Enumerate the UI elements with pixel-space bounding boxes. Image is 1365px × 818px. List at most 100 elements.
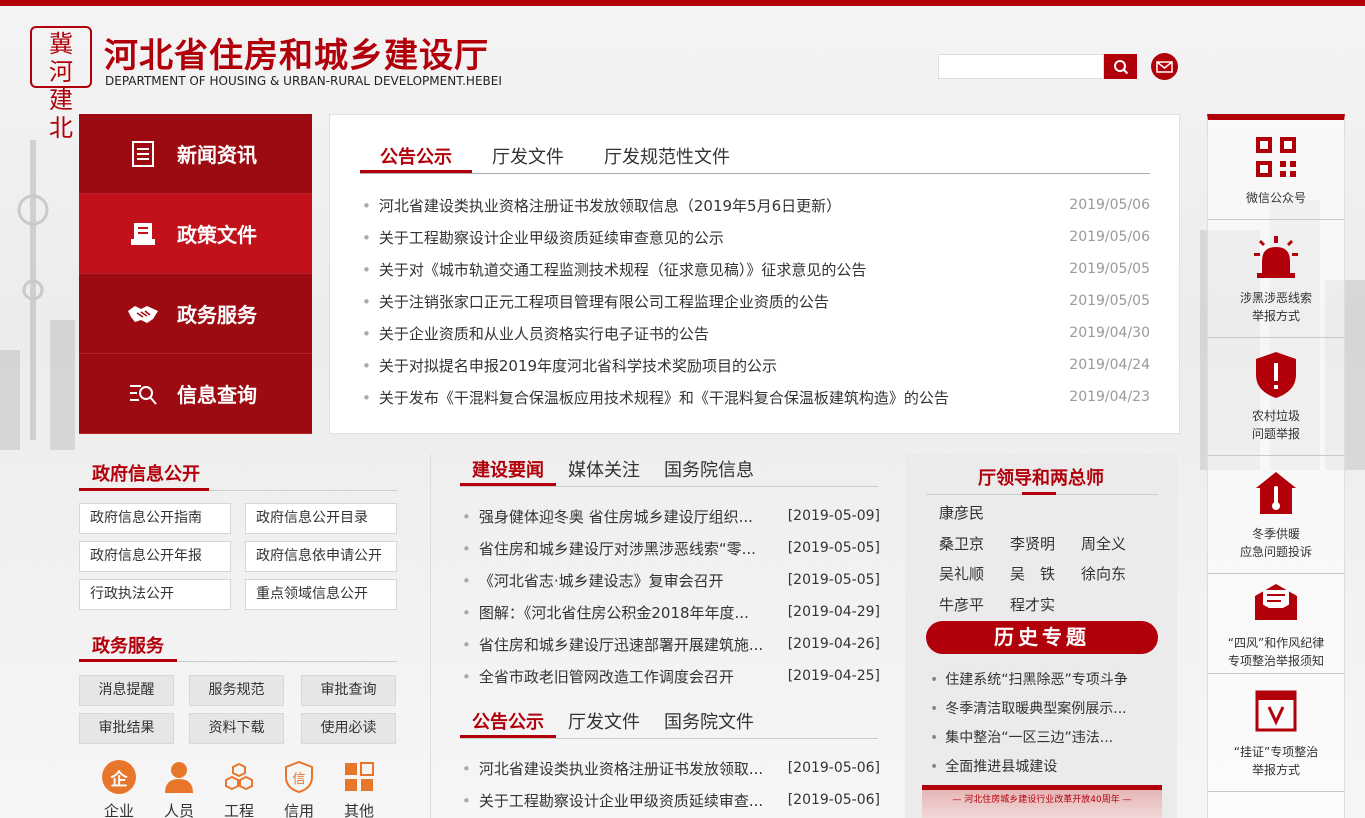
nav-item-label: 新闻资讯 — [177, 143, 257, 167]
leader-name[interactable]: 桑卫京 — [939, 533, 984, 554]
category-personnel[interactable]: 人员 — [154, 760, 204, 818]
tab-media-focus[interactable]: 媒体关注 — [556, 456, 652, 486]
construction-news-tabs: 建设要闻 媒体关注 国务院信息 — [460, 456, 878, 487]
tab-announcements-2[interactable]: 公告公示 — [460, 708, 556, 738]
left-nav: 新闻资讯 政策文件 政务服务 信息查询 — [79, 114, 312, 434]
rightbar-winter-heating[interactable]: 冬季供暖 应急问题投诉 — [1208, 456, 1344, 574]
credit-shield-icon: 信 — [282, 760, 316, 794]
enterprise-icon: 企 — [102, 760, 136, 794]
right-sidebar: 微信公众号 涉黑涉恶线索 举报方式 农村垃圾 问题举报 冬季供暖 应急问题投诉 … — [1207, 114, 1345, 818]
gov-link-catalog[interactable]: 政府信息公开目录 — [245, 503, 397, 534]
list-item[interactable]: 关于对拟提名申报2019年度河北省科学技术奖励项目的公示2019/04/24 — [362, 349, 1150, 381]
category-enterprise[interactable]: 企 企业 — [94, 760, 144, 818]
tab-normative-docs[interactable]: 厅发规范性文件 — [584, 143, 750, 173]
category-credit[interactable]: 信 信用 — [274, 760, 324, 818]
list-item[interactable]: 关于发布《干混料复合保温板应用技术规程》和《干混料复合保温板建筑构造》的公告20… — [362, 381, 1150, 413]
nav-item-query[interactable]: 信息查询 — [79, 354, 312, 434]
service-button-approval-query[interactable]: 审批查询 — [301, 675, 396, 706]
category-other[interactable]: 其他 — [334, 760, 384, 818]
person-icon — [162, 760, 196, 794]
tab-announcements[interactable]: 公告公示 — [360, 143, 472, 173]
gov-link-annual-report[interactable]: 政府信息公开年报 — [79, 541, 231, 572]
nav-item-label: 政务服务 — [177, 303, 257, 327]
list-item[interactable]: 冬季清洁取暖典型案例展示... — [930, 695, 1162, 724]
gov-link-guide[interactable]: 政府信息公开指南 — [79, 503, 231, 534]
service-button-readme[interactable]: 使用必读 — [301, 713, 396, 744]
category-project[interactable]: 工程 — [214, 760, 264, 818]
logo-seal[interactable]: 冀 河 建 北 — [30, 26, 92, 142]
list-item[interactable]: 全面推进县城建设 — [930, 753, 1162, 782]
warning-shield-icon — [1252, 351, 1300, 399]
tab-construction-news[interactable]: 建设要闻 — [460, 456, 556, 486]
rightbar-four-winds[interactable]: “四风”和作风纪律 专项整治举报须知 — [1208, 574, 1344, 674]
list-item[interactable]: 关于注销张家口正元工程项目管理有限公司工程监理企业资质的公告2019/05/05 — [362, 285, 1150, 317]
nav-item-news[interactable]: 新闻资讯 — [79, 114, 312, 194]
leader-name[interactable]: 李贤明 — [1010, 533, 1055, 554]
mail-icon — [1156, 60, 1173, 73]
service-button-notify[interactable]: 消息提醒 — [79, 675, 174, 706]
document-icon — [127, 140, 159, 168]
notice-tabs: 公告公示 厅发文件 厅发规范性文件 — [360, 143, 1150, 174]
list-item[interactable]: 住建系统“扫黑除恶”专项斗争 — [930, 666, 1162, 695]
gov-info-underline — [79, 488, 209, 491]
list-item[interactable]: 图解：《河北省住房公积金2018年年度...[2019-04-29] — [462, 596, 880, 628]
envelope-icon — [1252, 578, 1300, 626]
nav-item-policy[interactable]: 政策文件 — [79, 194, 312, 274]
announcement-tabs-2: 公告公示 厅发文件 国务院文件 — [460, 708, 878, 739]
city-skyline-decoration — [0, 140, 75, 450]
list-item[interactable]: 全省市政老旧管网改造工作调度会召开[2019-04-25] — [462, 660, 880, 692]
tab-state-council-info[interactable]: 国务院信息 — [652, 456, 766, 486]
search-list-icon — [127, 380, 159, 408]
qrcode-icon — [1252, 133, 1300, 181]
gov-link-on-request[interactable]: 政府信息依申请公开 — [245, 541, 397, 572]
gov-link-key-areas[interactable]: 重点领域信息公开 — [245, 579, 397, 610]
rightbar-gang-report[interactable]: 涉黑涉恶线索 举报方式 — [1208, 220, 1344, 338]
service-button-standards[interactable]: 服务规范 — [189, 675, 284, 706]
list-item[interactable]: 集中整治“一区三边”违法... — [930, 724, 1162, 753]
tab-dept-docs[interactable]: 厅发文件 — [472, 143, 584, 173]
search-input[interactable] — [938, 54, 1104, 79]
list-item[interactable]: 强身健体迎冬奥 省住房城乡建设厅组织...[2019-05-09] — [462, 500, 880, 532]
list-item[interactable]: 省住房和城乡建设厅迅速部署开展建筑施...[2019-04-26] — [462, 628, 880, 660]
site-subtitle: DEPARTMENT OF HOUSING & URBAN-RURAL DEVE… — [105, 74, 502, 88]
leader-name[interactable]: 徐向东 — [1081, 563, 1126, 584]
rightbar-rural-garbage[interactable]: 农村垃圾 问题举报 — [1208, 338, 1344, 456]
service-button-download[interactable]: 资料下载 — [189, 713, 284, 744]
tab-dept-docs-2[interactable]: 厅发文件 — [556, 708, 652, 738]
list-item[interactable]: 关于工程勘察设计企业甲级资质延续审查...[2019-05-06] — [462, 784, 880, 816]
tab-state-council-docs[interactable]: 国务院文件 — [652, 708, 766, 738]
gov-service-underline — [79, 659, 177, 662]
grid-icon — [342, 760, 376, 794]
list-item[interactable]: 关于工程勘察设计企业甲级资质延续审查意见的公示2019/05/06 — [362, 221, 1150, 253]
nav-item-service[interactable]: 政务服务 — [79, 274, 312, 354]
list-item[interactable]: 省住房和城乡建设厅对涉黑涉恶线索“零...[2019-05-05] — [462, 532, 880, 564]
leader-name[interactable]: 吴 铁 — [1010, 563, 1055, 584]
leader-name[interactable]: 吴礼顺 — [939, 563, 984, 584]
top-red-bar — [0, 0, 1365, 6]
leader-name[interactable]: 牛彦平 — [939, 594, 984, 615]
leader-name[interactable]: 程才实 — [1010, 594, 1055, 615]
rightbar-wechat[interactable]: 微信公众号 — [1208, 120, 1344, 220]
list-item[interactable]: 关于对《城市轨道交通工程监测技术规程（征求意见稿）》征求意见的公告2019/05… — [362, 253, 1150, 285]
construction-news-list: 强身健体迎冬奥 省住房城乡建设厅组织...[2019-05-09] 省住房和城乡… — [462, 500, 880, 692]
gov-link-enforcement[interactable]: 行政执法公开 — [79, 579, 231, 610]
cubes-icon — [222, 760, 256, 794]
list-item[interactable]: 关于企业资质和从业人员资格实行电子证书的公告2019/04/30 — [362, 317, 1150, 349]
anniversary-banner[interactable]: — 河北住房城乡建设行业改革开放40周年 — — [922, 785, 1162, 818]
leader-name[interactable]: 周全义 — [1081, 533, 1126, 554]
leader-name[interactable]: 康彦民 — [939, 502, 984, 523]
history-topics-title[interactable]: 历史专题 — [926, 621, 1158, 654]
list-item[interactable]: 河北省建设类执业资格注册证书发放领取信息（2019年5月6日更新）2019/05… — [362, 189, 1150, 221]
certificate-icon — [1252, 687, 1300, 735]
search-button[interactable] — [1104, 54, 1137, 79]
site-title[interactable]: 河北省住房和城乡建设厅 — [104, 28, 489, 77]
column-divider — [430, 454, 431, 818]
history-topics-list: 住建系统“扫黑除恶”专项斗争 冬季清洁取暖典型案例展示... 集中整治“一区三边… — [930, 666, 1162, 782]
thermometer-house-icon — [1252, 469, 1300, 517]
rightbar-certificate-report[interactable]: “挂证”专项整治 举报方式 — [1208, 674, 1344, 792]
service-button-approval-result[interactable]: 审批结果 — [79, 713, 174, 744]
notice-list: 河北省建设类执业资格注册证书发放领取信息（2019年5月6日更新）2019/05… — [362, 189, 1150, 413]
list-item[interactable]: 《河北省志·城乡建设志》复审会召开[2019-05-05] — [462, 564, 880, 596]
list-item[interactable]: 河北省建设类执业资格注册证书发放领取...[2019-05-06] — [462, 752, 880, 784]
mail-button[interactable] — [1151, 53, 1178, 80]
